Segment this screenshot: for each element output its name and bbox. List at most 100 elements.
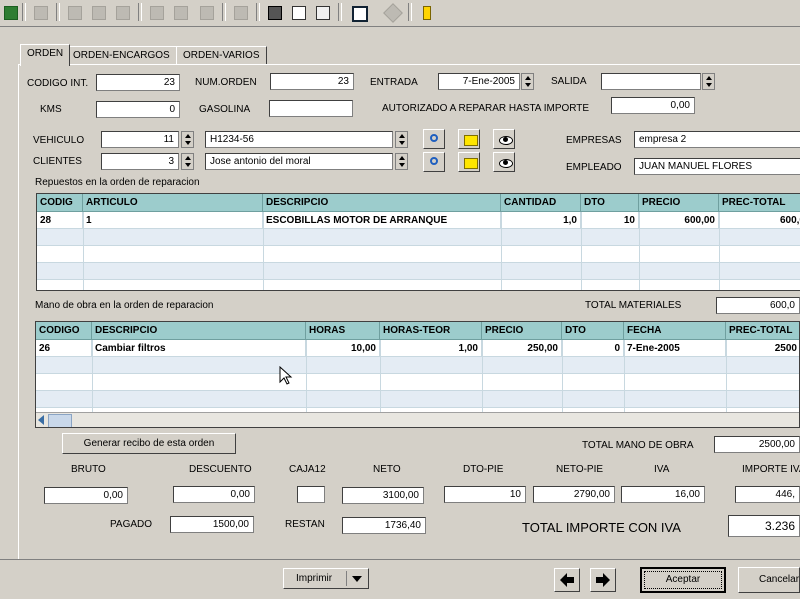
col-horas[interactable]: HORAS bbox=[306, 322, 380, 340]
tools-icon[interactable] bbox=[170, 2, 190, 22]
dto-pie-field[interactable]: 10 bbox=[444, 486, 526, 503]
total-materiales-label: TOTAL MATERIALES bbox=[585, 300, 682, 311]
col-descripcio[interactable]: DESCRIPCIO bbox=[263, 194, 501, 212]
next-button[interactable] bbox=[590, 568, 616, 592]
vehiculo-folder-icon[interactable] bbox=[458, 129, 480, 149]
tab-orden-encargos[interactable]: ORDEN-ENCARGOS bbox=[66, 46, 177, 64]
col-articulo[interactable]: ARTICULO bbox=[83, 194, 263, 212]
new-icon[interactable] bbox=[30, 2, 50, 22]
clientes-name-spinner[interactable] bbox=[395, 153, 408, 170]
erase-icon[interactable] bbox=[382, 2, 403, 23]
pagado-field[interactable]: 1500,00 bbox=[170, 516, 254, 533]
col-prec-total[interactable]: PREC-TOTAL bbox=[719, 194, 800, 212]
vehiculo-spinner[interactable] bbox=[181, 131, 194, 148]
col-codig[interactable]: CODIG bbox=[37, 194, 83, 212]
clientes-spinner[interactable] bbox=[181, 153, 194, 170]
dropdown-arrow-icon[interactable] bbox=[352, 576, 362, 582]
print-icon[interactable] bbox=[264, 2, 284, 22]
empty-row[interactable] bbox=[37, 263, 800, 280]
descuento-field[interactable]: 0,00 bbox=[173, 486, 255, 503]
col-dto[interactable]: DTO bbox=[581, 194, 639, 212]
cell-dto: 10 bbox=[581, 212, 639, 229]
grid-line bbox=[92, 340, 93, 412]
paste-icon[interactable] bbox=[112, 2, 132, 22]
empty-row[interactable] bbox=[37, 229, 800, 246]
num-orden-field[interactable]: 23 bbox=[270, 73, 354, 90]
kms-field[interactable]: 0 bbox=[96, 101, 180, 118]
col-prec-total[interactable]: PREC-TOTAL bbox=[726, 322, 799, 340]
repuestos-grid[interactable]: CODIG ARTICULO DESCRIPCIO CANTIDAD DTO P… bbox=[36, 193, 800, 291]
clientes-eye-icon[interactable] bbox=[493, 152, 515, 172]
calc-icon[interactable] bbox=[146, 2, 166, 22]
empleado-field[interactable]: JUAN MANUEL FLORES bbox=[634, 158, 800, 175]
gasolina-field[interactable] bbox=[269, 100, 353, 117]
aceptar-button[interactable]: Aceptar bbox=[640, 567, 726, 593]
importe-iva-field[interactable]: 446, bbox=[735, 486, 800, 503]
copy-icon[interactable] bbox=[88, 2, 108, 22]
horizontal-scrollbar[interactable] bbox=[36, 412, 799, 427]
col-codigo[interactable]: CODIGO bbox=[36, 322, 92, 340]
tab-orden[interactable]: ORDEN bbox=[20, 44, 71, 66]
col-precio[interactable]: PRECIO bbox=[482, 322, 562, 340]
tab-orden-varios[interactable]: ORDEN-VARIOS bbox=[176, 46, 267, 64]
bruto-field[interactable]: 0,00 bbox=[44, 487, 128, 504]
empty-row[interactable] bbox=[36, 391, 799, 408]
dto-pie-label: DTO-PIE bbox=[463, 464, 504, 475]
neto-field[interactable]: 3100,00 bbox=[342, 487, 424, 504]
neto-pie-field[interactable]: 2790,00 bbox=[533, 486, 615, 503]
preview-icon[interactable] bbox=[288, 2, 308, 22]
vehiculo-label: VEHICULO bbox=[33, 135, 85, 146]
col-precio[interactable]: PRECIO bbox=[639, 194, 719, 212]
vehiculo-name-field[interactable]: H1234-56 bbox=[205, 131, 393, 148]
empresas-field[interactable]: empresa 2 bbox=[634, 131, 800, 148]
vehiculo-eye-icon[interactable] bbox=[493, 129, 515, 149]
vehiculo-code-field[interactable]: 11 bbox=[101, 131, 179, 148]
col-horas-teor[interactable]: HORAS-TEOR bbox=[380, 322, 482, 340]
autorizado-field[interactable]: 0,00 bbox=[611, 97, 695, 114]
generar-recibo-button[interactable]: Generar recibo de esta orden bbox=[62, 433, 236, 454]
scroll-thumb[interactable] bbox=[48, 414, 72, 427]
scroll-left-icon[interactable] bbox=[38, 415, 44, 425]
salida-spinner[interactable] bbox=[702, 73, 715, 90]
codigo-int-field[interactable]: 23 bbox=[96, 74, 180, 91]
empty-row[interactable] bbox=[37, 246, 800, 263]
page-icon[interactable] bbox=[312, 2, 332, 22]
clientes-folder-icon[interactable] bbox=[458, 152, 480, 172]
search-icon[interactable] bbox=[196, 2, 216, 22]
entrada-field[interactable]: 7-Ene-2005 bbox=[438, 73, 520, 90]
col-cantidad[interactable]: CANTIDAD bbox=[501, 194, 581, 212]
screen-icon[interactable] bbox=[348, 2, 368, 22]
iva-field[interactable]: 16,00 bbox=[621, 486, 705, 503]
total-iva-field[interactable]: 3.236 bbox=[728, 515, 800, 537]
clientes-name-field[interactable]: Jose antonio del moral bbox=[205, 153, 393, 170]
col-descripcio[interactable]: DESCRIPCIO bbox=[92, 322, 306, 340]
restan-field[interactable]: 1736,40 bbox=[342, 517, 426, 534]
col-dto[interactable]: DTO bbox=[562, 322, 624, 340]
imprimir-button[interactable]: Imprimir bbox=[283, 568, 369, 589]
vehiculo-search-icon[interactable] bbox=[423, 129, 445, 149]
total-materiales-field[interactable]: 600,0 bbox=[716, 297, 800, 314]
cut-icon[interactable] bbox=[64, 2, 84, 22]
edit-icon[interactable] bbox=[230, 2, 250, 22]
mano-obra-title: Mano de obra en la orden de reparacion bbox=[35, 300, 214, 311]
previous-button[interactable] bbox=[554, 568, 580, 592]
clientes-search-icon[interactable] bbox=[423, 152, 445, 172]
empty-row[interactable] bbox=[36, 357, 799, 374]
grid-line bbox=[482, 340, 483, 412]
clientes-code-field[interactable]: 3 bbox=[101, 153, 179, 170]
entrada-spinner[interactable] bbox=[521, 73, 534, 90]
cancelar-button[interactable]: Cancelar bbox=[738, 567, 800, 593]
bruto-label: BRUTO bbox=[71, 464, 106, 475]
folder-icon[interactable] bbox=[0, 2, 20, 22]
vehiculo-name-spinner[interactable] bbox=[395, 131, 408, 148]
mano-obra-grid[interactable]: CODIGO DESCRIPCIO HORAS HORAS-TEOR PRECI… bbox=[35, 321, 800, 428]
cell-horas: 10,00 bbox=[306, 340, 380, 357]
cell-codig: 28 bbox=[37, 212, 83, 229]
help-icon[interactable] bbox=[416, 2, 436, 22]
total-mano-obra-field[interactable]: 2500,00 bbox=[714, 436, 800, 453]
col-fecha[interactable]: FECHA bbox=[624, 322, 726, 340]
caja12-field[interactable] bbox=[297, 486, 325, 503]
empty-row[interactable] bbox=[36, 374, 799, 391]
salida-field[interactable] bbox=[601, 73, 701, 90]
num-orden-label: NUM.ORDEN bbox=[195, 77, 257, 88]
